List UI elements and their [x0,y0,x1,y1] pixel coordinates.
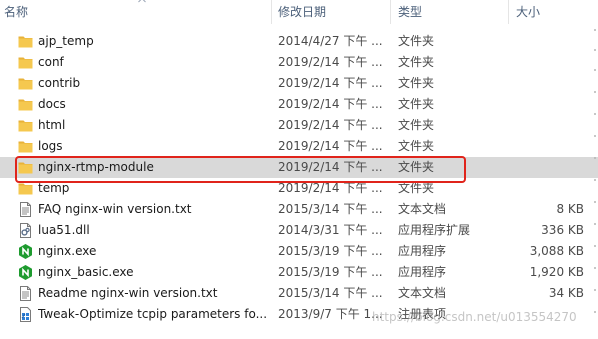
sort-ascending-icon [138,0,146,3]
file-type: 应用程序扩展 [398,223,471,237]
file-size: 34 KB [548,286,584,300]
file-modified-date: 2019/2/14 下午 ... [278,139,383,153]
file-type: 文件夹 [398,34,435,48]
file-modified-date: 2014/4/27 下午 ... [278,34,383,48]
text-file-icon [17,285,34,302]
file-modified-date: 2014/3/31 下午 ... [278,223,383,237]
file-name: docs [38,97,66,111]
file-name: contrib [38,76,81,90]
folder-icon [17,117,34,134]
folder-icon [17,54,34,71]
folder-icon [17,138,34,155]
file-name: nginx_basic.exe [38,265,134,279]
file-size [500,31,584,52]
file-name: ajp_temp [38,34,94,48]
file-type: 文件夹 [398,118,435,132]
registry-file-icon [17,306,34,323]
file-row[interactable]: conf 2019/2/14 下午 ... 文件夹 [0,52,598,73]
file-size: 336 KB [541,223,584,237]
column-divider[interactable] [390,0,391,24]
file-modified-date: 2019/2/14 下午 ... [278,118,383,132]
file-row[interactable]: nginx_basic.exe 2015/3/19 下午 ... 应用程序 1,920… [0,262,598,283]
file-type: 文本文档 [398,286,447,300]
file-modified-date: 2015/3/14 下午 ... [278,286,383,300]
file-modified-date: 2015/3/19 下午 ... [278,244,383,258]
file-name: lua51.dll [38,223,90,237]
file-modified-date: 2015/3/14 下午 ... [278,202,383,216]
file-row[interactable]: ajp_temp 2014/4/27 下午 ... 文件夹 [0,31,598,52]
file-row[interactable]: Readme nginx-win version.txt 2015/3/14 下午… [0,283,598,304]
nginx-exe-icon [17,243,34,260]
file-name: Tweak-Optimize tcpip parameters fo... [38,307,268,321]
folder-icon [17,75,34,92]
file-name: conf [38,55,64,69]
file-size: 8 KB [556,202,584,216]
file-type: 应用程序 [398,244,447,258]
file-name: logs [38,139,63,153]
file-size [500,73,584,94]
folder-icon [17,96,34,113]
file-size: 3,088 KB [529,244,584,258]
dll-file-icon [17,222,34,239]
file-size: 1,920 KB [529,265,584,279]
file-row[interactable]: html 2019/2/14 下午 ... 文件夹 [0,115,598,136]
file-name: FAQ nginx-win version.txt [38,202,192,216]
column-header-type[interactable]: 类型 [398,0,422,24]
file-type: 文本文档 [398,202,447,216]
watermark: https://blog.csdn.net/u013554270 [372,310,577,324]
selection-highlight-box [15,156,466,183]
file-modified-date: 2019/2/14 下午 ... [278,76,383,90]
column-header-name[interactable]: 名称 [4,0,28,24]
column-header: 名称 修改日期 类型 大小 [0,0,598,24]
file-type: 文件夹 [398,55,435,69]
text-file-icon [17,201,34,218]
file-size [500,136,584,157]
folder-icon [17,33,34,50]
file-name: html [38,118,66,132]
file-size [500,94,584,115]
column-divider[interactable] [508,0,509,24]
file-name: nginx.exe [38,244,97,258]
file-size [500,115,584,136]
file-type: 文件夹 [398,76,435,90]
file-modified-date: 2019/2/14 下午 ... [278,97,383,111]
file-row[interactable]: FAQ nginx-win version.txt 2015/3/14 下午 ..… [0,199,598,220]
nginx-exe-icon [17,264,34,281]
file-name: Readme nginx-win version.txt [38,286,218,300]
file-size [500,52,584,73]
file-type: 应用程序 [398,265,447,279]
file-modified-date: 2015/3/19 下午 ... [278,265,383,279]
file-row[interactable]: docs 2019/2/14 下午 ... 文件夹 [0,94,598,115]
file-type: 文件夹 [398,139,435,153]
file-row[interactable]: nginx.exe 2015/3/19 下午 ... 应用程序 3,088 KB [0,241,598,262]
scrollbar[interactable] [592,24,598,339]
file-row[interactable]: lua51.dll 2014/3/31 下午 ... 应用程序扩展 336 KB [0,220,598,241]
column-header-date[interactable]: 修改日期 [278,0,326,24]
column-header-size[interactable]: 大小 [516,0,540,24]
file-row[interactable]: logs 2019/2/14 下午 ... 文件夹 [0,136,598,157]
file-type: 文件夹 [398,97,435,111]
file-size [500,157,584,178]
file-size [500,178,584,199]
column-divider[interactable] [271,0,272,24]
file-modified-date: 2019/2/14 下午 ... [278,55,383,69]
file-row[interactable]: contrib 2019/2/14 下午 ... 文件夹 [0,73,598,94]
